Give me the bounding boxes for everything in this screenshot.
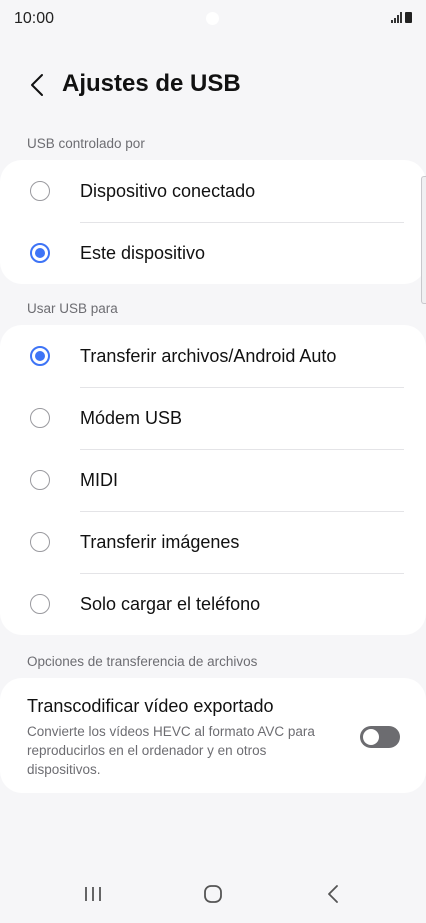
section-label-use-usb-for: Usar USB para [27, 301, 118, 316]
option-charge-only[interactable]: Solo cargar el teléfono [0, 573, 426, 635]
back-icon [328, 885, 338, 903]
option-label: Transferir imágenes [80, 531, 240, 552]
status-icons [391, 12, 412, 23]
option-file-transfer[interactable]: Transferir archivos/Android Auto [0, 325, 426, 387]
option-label: MIDI [80, 469, 118, 490]
radio-button-checked[interactable] [30, 243, 50, 263]
section-label-usb-controlled-by: USB controlado por [27, 136, 145, 151]
navigation-bar [0, 866, 426, 923]
recent-apps-button[interactable] [73, 878, 113, 910]
front-camera [206, 12, 219, 25]
chevron-left-icon [31, 74, 43, 96]
option-label: Dispositivo conectado [80, 180, 256, 201]
transcode-card[interactable]: Transcodificar vídeo exportado Convierte… [0, 678, 426, 793]
battery-icon [405, 12, 412, 23]
toggle-knob [363, 729, 379, 745]
status-time: 10:00 [14, 10, 55, 27]
option-label: Transferir archivos/Android Auto [80, 345, 337, 366]
option-label: Módem USB [80, 407, 183, 428]
radio-button[interactable] [30, 181, 50, 201]
transcode-toggle[interactable] [360, 726, 400, 748]
status-bar: 10:00 [0, 0, 426, 40]
transcode-description: Convierte los vídeos HEVC al formato AVC… [27, 724, 315, 777]
home-icon [204, 885, 222, 903]
radio-button[interactable] [30, 470, 50, 490]
radio-button[interactable] [30, 594, 50, 614]
section-label-file-transfer-options: Opciones de transferencia de archivos [27, 654, 258, 669]
option-usb-modem[interactable]: Módem USB [0, 387, 426, 449]
transcode-title: Transcodificar vídeo exportado [27, 696, 274, 716]
option-transfer-images[interactable]: Transferir imágenes [0, 511, 426, 573]
home-button[interactable] [193, 878, 233, 910]
radio-button[interactable] [30, 408, 50, 428]
recent-apps-icon [85, 887, 101, 901]
header: Ajustes de USB [0, 60, 426, 110]
scroll-indicator[interactable] [421, 176, 426, 304]
radio-button-checked[interactable] [30, 346, 50, 366]
option-this-device[interactable]: Este dispositivo [0, 222, 426, 284]
signal-icon [391, 12, 402, 23]
radio-button[interactable] [30, 532, 50, 552]
option-label: Este dispositivo [80, 242, 206, 263]
back-button[interactable] [22, 68, 52, 102]
option-midi[interactable]: MIDI [0, 449, 426, 511]
usb-controlled-by-card: Dispositivo conectado Este dispositivo [0, 160, 426, 284]
use-usb-for-card: Transferir archivos/Android Auto Módem U… [0, 325, 426, 635]
page-title: Ajustes de USB [62, 70, 241, 97]
option-connected-device[interactable]: Dispositivo conectado [0, 160, 426, 222]
back-nav-button[interactable] [313, 878, 353, 910]
option-label: Solo cargar el teléfono [80, 593, 261, 614]
